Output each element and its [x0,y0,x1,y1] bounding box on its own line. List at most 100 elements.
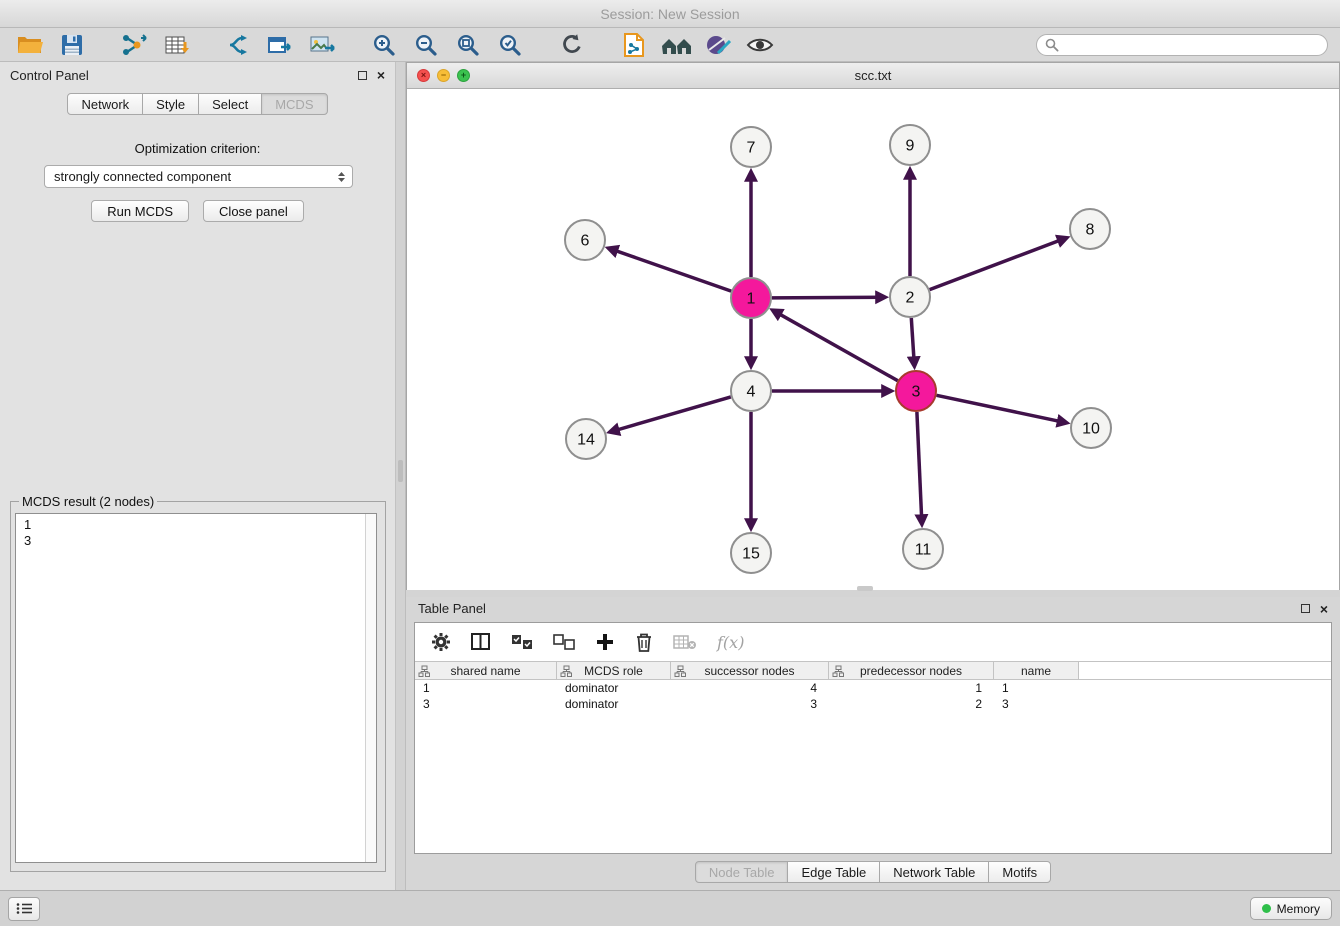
optimization-dropdown[interactable]: strongly connected component [44,165,353,188]
graph-node-11[interactable]: 11 [903,529,943,569]
show-column-button[interactable] [471,629,491,655]
graph-edge-2-8[interactable] [930,238,1067,290]
import-table-icon [163,33,190,57]
search-box[interactable] [1036,34,1328,56]
select-all-icon [511,634,533,650]
control-panel-header: Control Panel × [0,62,395,88]
zoom-fit-button[interactable] [450,30,486,60]
cell-successor-nodes: 3 [671,696,829,712]
graph-node-8[interactable]: 8 [1070,209,1110,249]
export-image-button[interactable] [304,30,340,60]
tab-edge-table[interactable]: Edge Table [787,861,880,883]
graph-edge-2-3[interactable] [911,318,914,366]
column-header-predecessor-nodes[interactable]: predecessor nodes [829,662,994,679]
graph-edge-1-6[interactable] [609,248,732,291]
style-button[interactable] [700,30,736,60]
graph-edge-3-10[interactable] [937,395,1067,423]
function-builder-button[interactable]: f(x) [717,629,744,655]
svg-text:6: 6 [581,233,590,250]
float-panel-icon[interactable] [358,71,367,80]
mcds-result-area[interactable]: 1 3 [15,513,377,863]
run-mcds-button[interactable]: Run MCDS [91,200,189,222]
style-icon [705,34,731,56]
column-header-shared-name[interactable]: shared name [415,662,557,679]
float-table-panel-icon[interactable] [1301,604,1310,613]
column-header-name[interactable]: name [994,662,1079,679]
tab-motifs[interactable]: Motifs [988,861,1051,883]
memory-button[interactable]: Memory [1250,897,1332,920]
tab-network[interactable]: Network [67,93,143,115]
graph-edge-3-11[interactable] [917,412,922,524]
graph-node-2[interactable]: 2 [890,277,930,317]
graph-node-1[interactable]: 1 [731,278,771,318]
deselect-all-button[interactable] [553,629,575,655]
close-table-panel-icon[interactable]: × [1320,604,1328,614]
cell-predecessor-nodes: 2 [829,696,994,712]
graph-node-10[interactable]: 10 [1071,408,1111,448]
folder-open-icon [16,33,44,57]
svg-text:11: 11 [915,542,932,559]
optimization-criterion-label: Optimization criterion: [0,141,395,156]
zoom-out-button[interactable] [408,30,444,60]
table-row[interactable]: 1dominator411 [415,680,1331,696]
graph-node-3[interactable]: 3 [896,371,936,411]
export-network-icon [267,33,294,57]
table-panel: Table Panel × [406,597,1340,890]
zoom-selected-button[interactable] [492,30,528,60]
table-row[interactable]: 3dominator323 [415,696,1331,712]
graph-node-14[interactable]: 14 [566,419,606,459]
graph-node-4[interactable]: 4 [731,371,771,411]
graph-edge-1-2[interactable] [772,297,885,298]
column-header-mcds-role[interactable]: MCDS role [557,662,671,679]
close-panel-button[interactable]: Close panel [203,200,304,222]
graph-node-15[interactable]: 15 [731,533,771,573]
graph-node-9[interactable]: 9 [890,125,930,165]
import-table-button[interactable] [158,30,194,60]
network-canvas[interactable]: 7 9 6 8 1 2 4 3 10 14 15 11 [407,89,1339,590]
tab-mcds[interactable]: MCDS [261,93,327,115]
column-tree-icon [418,665,430,681]
network-share-button[interactable] [220,30,256,60]
tab-network-table[interactable]: Network Table [879,861,989,883]
refresh-button[interactable] [554,30,590,60]
graph-node-7[interactable]: 7 [731,127,771,167]
svg-text:1: 1 [747,291,756,308]
new-network-file-button[interactable] [616,30,652,60]
search-input[interactable] [1064,38,1319,52]
graph-edge-4-14[interactable] [610,397,731,432]
cell-shared-name: 1 [415,680,557,696]
table-settings-button[interactable] [431,629,451,655]
task-history-button[interactable] [8,897,40,921]
save-session-button[interactable] [54,30,90,60]
tab-node-table[interactable]: Node Table [695,861,789,883]
tab-select[interactable]: Select [198,93,262,115]
open-session-button[interactable] [12,30,48,60]
graph-node-6[interactable]: 6 [565,220,605,260]
first-neighbors-button[interactable] [658,30,694,60]
close-panel-icon[interactable]: × [377,70,385,80]
zoom-in-button[interactable] [366,30,402,60]
export-image-icon [309,33,336,57]
add-column-button[interactable] [595,629,615,655]
show-hide-graphics-button[interactable] [742,30,778,60]
cell-name: 1 [994,680,1079,696]
dropdown-value: strongly connected component [54,169,231,184]
table-body: f(x) shared name MCDS role successor nod… [414,622,1332,854]
import-network-button[interactable] [116,30,152,60]
column-header-successor-nodes[interactable]: successor nodes [671,662,829,679]
delete-column-button[interactable] [635,629,653,655]
delete-table-button[interactable] [673,629,697,655]
result-line: 3 [24,533,376,549]
select-all-button[interactable] [511,629,533,655]
tab-style[interactable]: Style [142,93,199,115]
export-network-button[interactable] [262,30,298,60]
network-graph: 7 9 6 8 1 2 4 3 10 14 15 11 [407,89,1339,590]
network-window-titlebar[interactable]: × − + scc.txt [407,63,1339,89]
canvas-scroll-handle[interactable] [857,586,873,591]
splitter-handle[interactable] [398,460,403,482]
panel-splitter[interactable] [396,62,406,890]
graph-edge-3-1[interactable] [773,310,898,380]
app-titlebar[interactable]: Session: New Session [0,0,1340,28]
svg-text:7: 7 [747,140,756,157]
result-scrollbar[interactable] [365,514,376,862]
